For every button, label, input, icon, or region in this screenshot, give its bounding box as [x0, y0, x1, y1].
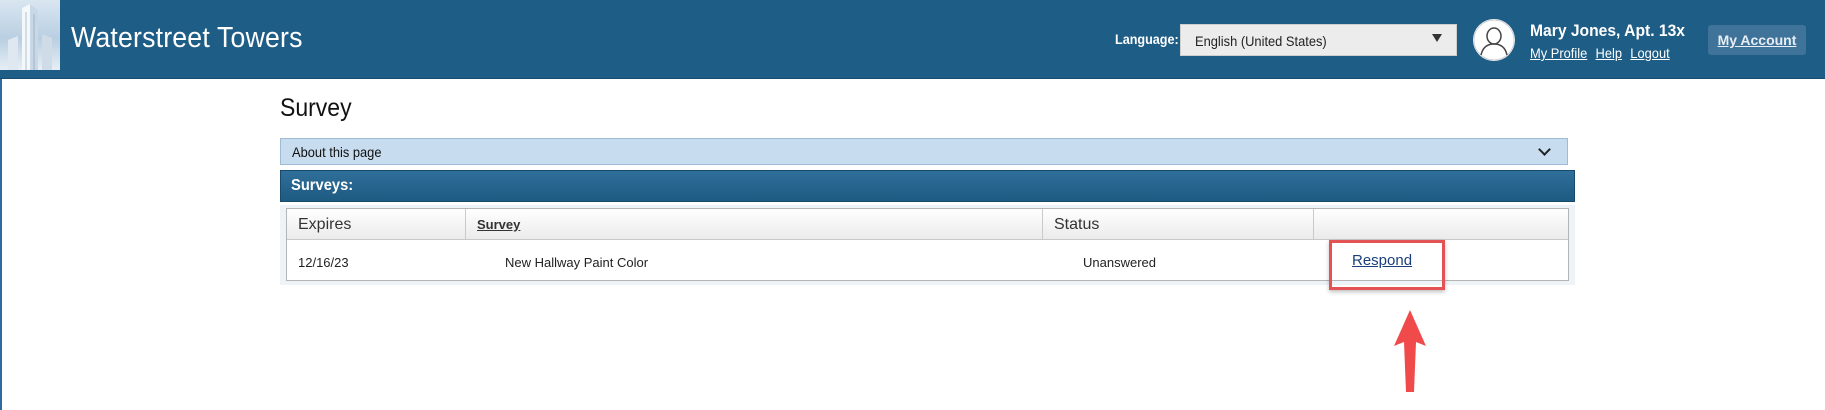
site-title: Waterstreet Towers	[71, 22, 303, 54]
logout-link[interactable]: Logout	[1630, 45, 1669, 61]
dropdown-caret-icon	[1432, 34, 1442, 42]
left-border	[0, 79, 2, 410]
language-select[interactable]: English (United States)	[1180, 24, 1457, 56]
column-expires[interactable]: Expires	[287, 209, 466, 240]
my-profile-link[interactable]: My Profile	[1530, 45, 1587, 61]
cell-status: Unanswered	[1083, 255, 1156, 270]
highlight-box	[1329, 240, 1445, 290]
column-action	[1314, 209, 1568, 240]
page-title: Survey	[280, 94, 352, 122]
about-label: About this page	[292, 144, 382, 160]
chevron-down-icon	[1538, 143, 1551, 156]
column-status[interactable]: Status	[1043, 209, 1314, 240]
column-header-label: Expires	[298, 216, 352, 233]
building-logo[interactable]	[0, 0, 60, 70]
user-name: Mary Jones, Apt. 13x	[1530, 21, 1686, 40]
help-link[interactable]: Help	[1596, 45, 1622, 61]
user-links: My Profile Help Logout	[1530, 45, 1678, 61]
language-label: Language:	[1115, 31, 1179, 47]
about-this-page-toggle[interactable]: About this page	[280, 138, 1568, 165]
language-value: English (United States)	[1195, 33, 1327, 49]
my-account-button[interactable]: My Account	[1708, 25, 1806, 55]
cell-survey: New Hallway Paint Color	[505, 255, 649, 270]
surveys-label: Surveys:	[291, 177, 354, 194]
column-survey[interactable]: Survey	[466, 209, 1043, 240]
avatar[interactable]	[1473, 19, 1515, 61]
surveys-section-header: Surveys:	[280, 170, 1575, 202]
table-header: Expires Survey Status	[287, 209, 1568, 240]
top-header: Waterstreet Towers Language: English (Un…	[0, 0, 1825, 79]
cell-expires: 12/16/23	[298, 255, 349, 270]
column-header-label: Survey	[477, 217, 521, 232]
arrow-up-icon	[1390, 306, 1430, 401]
column-header-label: Status	[1054, 216, 1100, 233]
